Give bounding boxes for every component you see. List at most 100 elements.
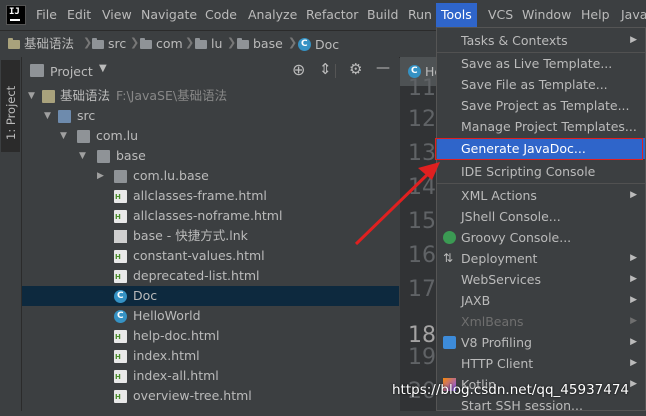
gear-icon[interactable]: ⚙ — [349, 60, 362, 78]
expanded-arrow-icon[interactable]: ▼ — [28, 86, 35, 106]
menu-item-start-ssh-session[interactable]: Start SSH session... — [437, 395, 645, 416]
breadcrumb-item-com[interactable]: com — [140, 36, 183, 52]
html-file-icon — [114, 390, 127, 403]
package-icon — [97, 150, 110, 163]
chevron-right-icon: ❯ — [130, 36, 140, 49]
tree-row-file[interactable]: deprecated-list.html — [22, 266, 399, 286]
chevron-right-icon: ❯ — [288, 36, 298, 49]
menu-item-save-file-template[interactable]: Save File as Template... — [437, 74, 645, 95]
tree-row-file[interactable]: index.html — [22, 346, 399, 366]
minimize-icon[interactable]: — — [376, 60, 390, 76]
menu-item-save-live-template[interactable]: Save as Live Template... — [437, 53, 645, 74]
intellij-logo-icon[interactable]: IJ — [6, 5, 26, 25]
chevron-right-icon: ❯ — [83, 36, 93, 49]
line-number: 12 — [408, 107, 436, 132]
breadcrumb-item-module[interactable]: 基础语法 — [8, 36, 74, 52]
expanded-arrow-icon[interactable]: ▼ — [79, 146, 86, 166]
menu-analyze[interactable]: Analyze — [246, 6, 299, 24]
menu-item-xmlbeans: XmlBeans ▶ — [437, 311, 645, 332]
class-icon — [114, 290, 127, 303]
chevron-right-icon: ❯ — [185, 36, 195, 49]
tree-row-file[interactable]: index-all.html — [22, 366, 399, 386]
submenu-arrow-icon: ▶ — [630, 379, 637, 389]
module-folder-icon — [42, 90, 55, 103]
menu-edit[interactable]: Edit — [65, 6, 93, 24]
package-icon — [77, 130, 90, 143]
menu-build[interactable]: Build — [365, 6, 400, 24]
menu-item-jaxb[interactable]: JAXB ▶ — [437, 290, 645, 311]
tree-row-doc-selected[interactable]: Doc — [22, 286, 399, 306]
project-panel-header: Project ▼ ⊕ ⇕ ⚙ — — [22, 57, 399, 87]
menu-vcs[interactable]: VCS — [486, 6, 515, 24]
locate-icon[interactable]: ⊕ — [292, 60, 305, 79]
html-file-icon — [114, 270, 127, 283]
line-number: 17 — [408, 277, 436, 302]
collapsed-arrow-icon[interactable]: ▶ — [97, 166, 104, 186]
menu-help[interactable]: Help — [579, 6, 612, 24]
menu-item-save-project-template[interactable]: Save Project as Template... — [437, 95, 645, 116]
menu-item-deployment[interactable]: ⇅ Deployment ▶ — [437, 248, 645, 269]
package-icon — [195, 38, 207, 49]
watermark: https://blog.csdn.net/qq_45937474 — [392, 382, 630, 398]
menu-refactor[interactable]: Refactor — [304, 6, 360, 24]
tree-row-file[interactable]: overview-tree.html — [22, 386, 399, 406]
folder-icon — [8, 38, 20, 49]
divider — [335, 64, 336, 78]
chevron-down-icon[interactable]: ▼ — [99, 63, 107, 74]
folder-icon — [92, 38, 104, 49]
class-icon — [114, 310, 127, 323]
package-icon — [237, 38, 249, 49]
html-file-icon — [114, 210, 127, 223]
menu-item-v8-profiling[interactable]: V8 Profiling ▶ — [437, 332, 645, 353]
tree-row-module[interactable]: ▼ 基础语法 F:\JavaSE\基础语法 — [22, 86, 399, 106]
menu-item-manage-project-templates[interactable]: Manage Project Templates... — [437, 116, 645, 137]
project-tool-button[interactable]: 1: Project — [1, 60, 20, 152]
submenu-arrow-icon: ▶ — [630, 35, 637, 45]
menu-run[interactable]: Run — [406, 6, 434, 24]
tools-menu: Tasks & Contexts ▶ Save as Live Template.… — [436, 27, 646, 413]
tree-row-class[interactable]: HelloWorld — [22, 306, 399, 326]
shortcut-file-icon — [114, 230, 127, 243]
breadcrumb-item-base[interactable]: base — [237, 36, 283, 52]
menu-item-webservices[interactable]: WebServices ▶ — [437, 269, 645, 290]
menu-item-tasks-contexts[interactable]: Tasks & Contexts ▶ — [437, 30, 645, 51]
menu-item-xml-actions[interactable]: XML Actions ▶ — [437, 185, 645, 206]
menu-item-ide-scripting-console[interactable]: IDE Scripting Console — [437, 161, 645, 182]
breadcrumb-item-doc[interactable]: Doc — [298, 36, 339, 52]
tree-row-com-lu[interactable]: ▼ com.lu — [22, 126, 399, 146]
tree-row-src[interactable]: ▼ src — [22, 106, 399, 126]
menu-navigate[interactable]: Navigate — [139, 6, 199, 24]
menu-item-groovy-console[interactable]: Groovy Console... — [437, 227, 645, 248]
v8-icon — [443, 336, 456, 349]
expanded-arrow-icon[interactable]: ▼ — [60, 126, 67, 146]
submenu-arrow-icon: ▶ — [630, 337, 637, 347]
menu-java[interactable]: Java — [619, 6, 646, 24]
menu-file[interactable]: File — [34, 6, 59, 24]
html-file-icon — [114, 350, 127, 363]
project-panel-title[interactable]: Project — [50, 64, 93, 79]
menu-item-http-client[interactable]: HTTP Client ▶ — [437, 353, 645, 374]
menu-view[interactable]: View — [100, 6, 134, 24]
menu-code[interactable]: Code — [203, 6, 239, 24]
submenu-arrow-icon: ▶ — [630, 358, 637, 368]
package-icon — [140, 38, 152, 49]
tree-row-file[interactable]: help-doc.html — [22, 326, 399, 346]
breadcrumb-item-src[interactable]: src — [92, 36, 126, 52]
menu-window[interactable]: Window — [520, 6, 573, 24]
menu-tools[interactable]: Tools — [436, 3, 477, 27]
html-file-icon — [114, 250, 127, 263]
chevron-right-icon: ❯ — [227, 36, 237, 49]
submenu-arrow-icon: ▶ — [630, 190, 637, 200]
collapse-all-icon[interactable]: ⇕ — [319, 60, 332, 78]
expanded-arrow-icon[interactable]: ▼ — [44, 106, 51, 126]
menu-item-jshell-console[interactable]: JShell Console... — [437, 206, 645, 227]
folder-icon — [58, 110, 71, 123]
annotation-highlight-box — [435, 138, 643, 160]
tool-window-strip: 1: Project — [0, 57, 22, 411]
html-file-icon — [114, 190, 127, 203]
submenu-arrow-icon: ▶ — [630, 316, 637, 326]
project-view-icon — [30, 64, 44, 77]
breadcrumb-item-lu[interactable]: lu — [195, 36, 222, 52]
submenu-arrow-icon: ▶ — [630, 253, 637, 263]
menu-separator — [437, 183, 645, 184]
